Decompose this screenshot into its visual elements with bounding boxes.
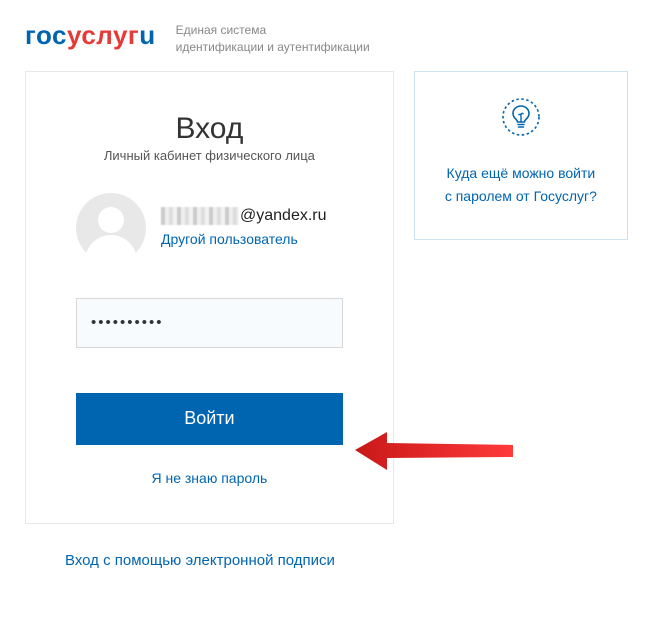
other-user-link[interactable]: Другой пользователь [161, 231, 298, 247]
login-subtitle: Личный кабинет физического лица [76, 148, 343, 163]
header-subtitle: Единая система идентификации и аутентифи… [176, 20, 370, 56]
esign-login-link[interactable]: Вход с помощью электронной подписи [65, 552, 335, 569]
avatar-icon [76, 193, 146, 263]
lightbulb-icon [501, 97, 541, 137]
header: госуслугu Единая система идентификации и… [0, 0, 653, 71]
email-redacted-part [161, 207, 239, 225]
bottom-link-row: Вход с помощью электронной подписи [0, 524, 653, 569]
login-panel: Вход Личный кабинет физического лица @ya… [25, 71, 394, 524]
side-hint-link[interactable]: Куда ещё можно войти с паролем от Госусл… [435, 162, 607, 210]
user-info: @yandex.ru Другой пользователь [161, 207, 343, 249]
logo: госуслугu [25, 20, 156, 51]
user-row: @yandex.ru Другой пользователь [76, 193, 343, 263]
logo-part-gos: гос [25, 20, 67, 50]
header-subtitle-line1: Единая система [176, 22, 370, 39]
logo-part-uslugi: услуг [67, 20, 139, 50]
login-title: Вход [76, 112, 343, 146]
side-panel: Куда ещё можно войти с паролем от Госусл… [414, 71, 628, 241]
user-email: @yandex.ru [161, 207, 343, 225]
content: Вход Личный кабинет физического лица @ya… [0, 71, 653, 524]
login-button[interactable]: Войти [76, 393, 343, 445]
side-line2: с паролем от Госуслуг? [435, 185, 607, 209]
password-input[interactable] [76, 298, 343, 348]
forgot-password-link[interactable]: Я не знаю пароль [151, 470, 267, 486]
email-suffix: @yandex.ru [240, 207, 327, 225]
side-line1: Куда ещё можно войти [435, 162, 607, 186]
header-subtitle-line2: идентификации и аутентификации [176, 39, 370, 56]
logo-part-last: u [139, 20, 155, 50]
